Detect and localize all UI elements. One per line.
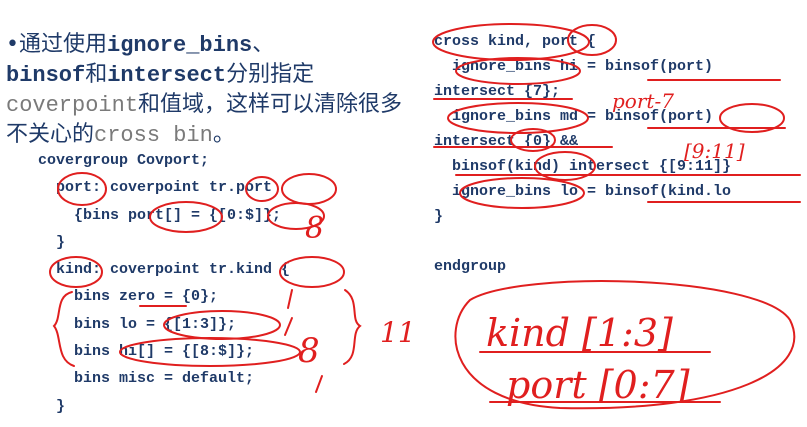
handwritten-port-range: port [0:7] bbox=[506, 363, 690, 407]
title-keyword-intersect: intersect bbox=[107, 63, 227, 88]
code-line: binsof(kind) intersect {[9:11]} bbox=[434, 158, 732, 175]
code-line: endgroup bbox=[434, 258, 507, 275]
code-line: {bins port[] = {[0:$]}; bbox=[38, 206, 282, 224]
code-line: } bbox=[434, 208, 444, 225]
big-oval bbox=[454, 280, 796, 410]
title-keyword-ignore-bins: ignore_bins bbox=[107, 33, 253, 58]
title-text-4: 分别指定 bbox=[226, 62, 315, 87]
title-text-1: 通过使用 bbox=[18, 32, 107, 57]
code-line: cross kind, port { bbox=[434, 33, 597, 50]
right-brace bbox=[343, 289, 362, 365]
slide-title: •通过使用ignore_bins、 binsof和intersect分别指定 c… bbox=[6, 30, 406, 150]
title-keyword-coverpoint: coverpoint bbox=[6, 93, 139, 118]
handwritten-eleven: 11 bbox=[380, 316, 416, 349]
code-line: } bbox=[38, 233, 66, 251]
code-line: intersect {0} && bbox=[434, 133, 579, 150]
code-line: bins zero = {0}; bbox=[38, 288, 219, 306]
title-keyword-cross-bin: cross bin bbox=[94, 123, 213, 148]
code-line: bins hi[] = {[8:$]}; bbox=[38, 343, 255, 361]
handwritten-kind-range: kind [1:3] bbox=[486, 311, 673, 355]
code-line: kind: coverpoint tr.kind { bbox=[38, 261, 291, 279]
cross-code-block: cross kind, port { ignore_bins hi = bins… bbox=[434, 33, 731, 283]
slash-3 bbox=[315, 375, 323, 393]
code-line: intersect {7}; bbox=[434, 83, 561, 100]
code-line: ignore_bins lo = binsof(kind.lo bbox=[434, 183, 732, 200]
code-line: ignore_bins hi = binsof(port) bbox=[434, 58, 714, 75]
title-text-6: 。 bbox=[212, 122, 235, 147]
handwritten-eight-upper: 8 bbox=[305, 211, 324, 246]
code-line: port: coverpoint tr.port bbox=[38, 179, 273, 197]
code-line: bins lo = {[1:3]}; bbox=[38, 315, 237, 333]
covergroup-code-block: covergroup Covport; port: coverpoint tr.… bbox=[38, 152, 290, 425]
title-keyword-binsof: binsof bbox=[6, 63, 86, 88]
title-bullet: • bbox=[6, 32, 19, 57]
circle-port-field bbox=[281, 173, 337, 205]
handwritten-eight-lower: 8 bbox=[298, 331, 320, 371]
title-text-3: 和 bbox=[85, 62, 108, 87]
code-line: covergroup Covport; bbox=[38, 152, 210, 169]
slide: •通过使用ignore_bins、 binsof和intersect分别指定 c… bbox=[0, 0, 807, 427]
code-line: bins misc = default; bbox=[38, 370, 255, 388]
code-line: } bbox=[38, 397, 66, 415]
title-text-2: 、 bbox=[252, 32, 275, 57]
code-line: ignore_bins md = binsof(port) bbox=[434, 108, 714, 125]
